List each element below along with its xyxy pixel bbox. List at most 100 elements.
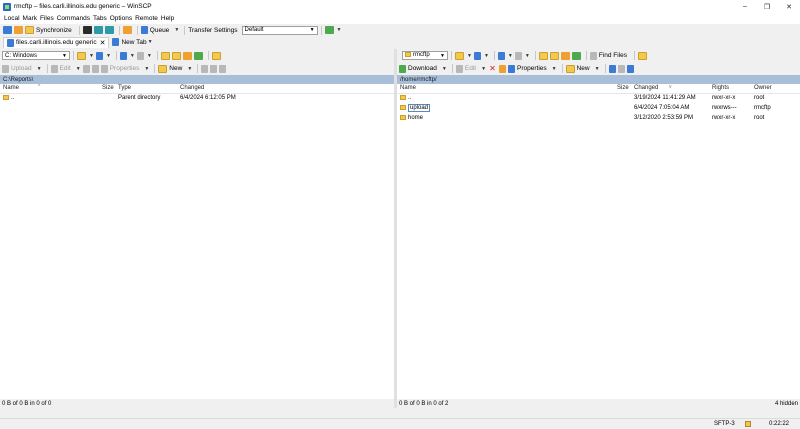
parent-directory-icon[interactable] bbox=[160, 51, 170, 60]
chevron-down-icon[interactable]: ▼ bbox=[467, 53, 472, 59]
menu-tabs[interactable]: Tabs bbox=[93, 15, 107, 22]
unselect-icon[interactable] bbox=[210, 64, 218, 73]
filter-icon[interactable] bbox=[95, 51, 103, 60]
compare-directories-icon[interactable] bbox=[14, 26, 23, 34]
column-owner[interactable]: Owner bbox=[754, 85, 772, 91]
home-icon[interactable] bbox=[182, 51, 192, 60]
list-item[interactable]: .. 3/19/2024 11:41:29 AM rwxr-xr-x root bbox=[397, 94, 800, 104]
lock-icon[interactable] bbox=[745, 421, 751, 427]
transfer-settings-label[interactable]: Transfer Settings bbox=[188, 27, 237, 34]
menu-commands[interactable]: Commands bbox=[57, 15, 90, 22]
unselect-icon[interactable] bbox=[617, 64, 625, 73]
chevron-down-icon[interactable]: ▼ bbox=[144, 66, 149, 72]
transfer-preset-select[interactable]: Default ▼ bbox=[241, 25, 318, 35]
column-type[interactable]: Type bbox=[118, 85, 131, 91]
delete-icon[interactable] bbox=[82, 64, 90, 73]
chevron-down-icon[interactable]: ▼ bbox=[148, 39, 153, 45]
chevron-down-icon[interactable]: ▼ bbox=[525, 53, 530, 59]
chevron-down-icon[interactable]: ▼ bbox=[147, 53, 152, 59]
menu-remote[interactable]: Remote bbox=[135, 15, 158, 22]
minimize-button[interactable]: – bbox=[734, 0, 756, 13]
close-tab-icon[interactable]: ✕ bbox=[100, 39, 106, 47]
invert-selection-icon[interactable] bbox=[219, 64, 227, 73]
chevron-down-icon[interactable]: ▼ bbox=[595, 66, 600, 72]
properties-button[interactable]: Properties bbox=[517, 65, 547, 72]
rename-icon[interactable] bbox=[91, 64, 99, 73]
back-arrow-icon[interactable] bbox=[119, 51, 127, 60]
edit-button[interactable]: Edit bbox=[465, 65, 476, 72]
transfer-options-icon[interactable] bbox=[324, 26, 334, 34]
chevron-down-icon[interactable]: ▼ bbox=[552, 66, 557, 72]
queue-button[interactable]: Queue bbox=[150, 27, 170, 34]
menu-help[interactable]: Help bbox=[161, 15, 174, 22]
column-changed[interactable]: Changed bbox=[180, 85, 204, 91]
list-item[interactable]: .. Parent directory 6/4/2024 6:12:05 PM bbox=[0, 94, 394, 104]
column-name[interactable]: Name bbox=[3, 85, 19, 91]
upload-button[interactable]: Upload bbox=[11, 65, 32, 72]
column-rights[interactable]: Rights bbox=[712, 85, 729, 91]
remote-location-select[interactable]: rmcftp ▼ bbox=[402, 51, 448, 60]
local-drive-select[interactable]: C: Windows ▼ bbox=[2, 51, 70, 60]
column-size[interactable]: Size bbox=[617, 85, 629, 91]
tab-new[interactable]: New Tab ▼ bbox=[109, 37, 157, 48]
putty-icon[interactable] bbox=[93, 26, 103, 34]
new-session-icon[interactable] bbox=[3, 26, 12, 34]
chevron-down-icon[interactable]: ▼ bbox=[89, 53, 94, 59]
select-all-icon[interactable] bbox=[201, 64, 209, 73]
bookmark-icon[interactable] bbox=[638, 51, 647, 60]
rename-input[interactable]: upload bbox=[408, 104, 431, 113]
filter-icon[interactable] bbox=[473, 51, 481, 60]
menu-local[interactable]: Local bbox=[4, 15, 20, 22]
chevron-down-icon[interactable]: ▼ bbox=[508, 53, 513, 59]
chevron-down-icon[interactable]: ▼ bbox=[130, 53, 135, 59]
filter-files-icon[interactable] bbox=[626, 64, 634, 73]
back-arrow-icon[interactable] bbox=[497, 51, 505, 60]
root-directory-icon[interactable] bbox=[549, 51, 559, 60]
bookmark-icon[interactable] bbox=[211, 51, 221, 60]
parent-directory-icon[interactable] bbox=[538, 51, 548, 60]
chevron-down-icon[interactable]: ▼ bbox=[37, 66, 42, 72]
chevron-down-icon[interactable]: ▼ bbox=[106, 53, 111, 59]
open-folder-icon[interactable] bbox=[77, 51, 86, 60]
root-directory-icon[interactable] bbox=[171, 51, 181, 60]
download-button[interactable]: Download bbox=[408, 65, 437, 72]
home-icon[interactable] bbox=[560, 51, 570, 60]
synchronize-button[interactable]: Synchronize bbox=[36, 27, 72, 34]
properties-button[interactable]: Properties bbox=[110, 65, 140, 72]
chevron-down-icon[interactable]: ▼ bbox=[442, 66, 447, 72]
close-button[interactable]: ✕ bbox=[778, 0, 800, 13]
edit-button[interactable]: Edit bbox=[60, 65, 71, 72]
preferences-icon[interactable] bbox=[104, 26, 114, 34]
forward-arrow-icon[interactable] bbox=[136, 51, 144, 60]
column-changed[interactable]: Changed bbox=[634, 85, 658, 91]
refresh-icon[interactable] bbox=[571, 51, 581, 60]
refresh-icon[interactable] bbox=[193, 51, 203, 60]
hidden-files-count[interactable]: 4 hidden bbox=[775, 401, 798, 407]
list-item[interactable]: upload 6/4/2024 7:05:04 AM rwxrws--- rmc… bbox=[397, 104, 800, 114]
rename-icon[interactable] bbox=[499, 64, 507, 73]
open-folder-icon[interactable] bbox=[455, 51, 464, 60]
column-name[interactable]: Name bbox=[400, 85, 416, 91]
menu-options[interactable]: Options bbox=[110, 15, 132, 22]
find-files-button[interactable]: Find Files bbox=[599, 52, 627, 59]
new-button[interactable]: New bbox=[577, 65, 590, 72]
chevron-down-icon[interactable]: ▼ bbox=[484, 53, 489, 59]
chevron-down-icon[interactable]: ▼ bbox=[187, 66, 192, 72]
chevron-down-icon[interactable]: ▼ bbox=[76, 66, 81, 72]
column-size[interactable]: Size bbox=[102, 85, 114, 91]
forward-arrow-icon[interactable] bbox=[514, 51, 522, 60]
chevron-down-icon[interactable]: ▼ bbox=[481, 66, 486, 72]
terminal-icon[interactable] bbox=[82, 26, 92, 34]
menu-files[interactable]: Files bbox=[40, 15, 54, 22]
tab-session[interactable]: files.carli.illinois.edu generic ✕ bbox=[3, 36, 110, 48]
list-item[interactable]: home 3/12/2020 2:53:59 PM rwxr-xr-x root bbox=[397, 114, 800, 124]
menu-mark[interactable]: Mark bbox=[23, 15, 37, 22]
new-button[interactable]: New bbox=[169, 65, 182, 72]
maximize-button[interactable]: ❐ bbox=[756, 0, 778, 13]
chevron-down-icon[interactable]: ▼ bbox=[337, 27, 342, 33]
gear-icon[interactable] bbox=[122, 26, 132, 34]
remote-toolbar-row1: rmcftp ▼ ▼ ▼ ▼ ▼ Find Files bbox=[397, 49, 800, 62]
select-all-icon[interactable] bbox=[608, 64, 616, 73]
chevron-down-icon[interactable]: ▼ bbox=[174, 27, 179, 33]
delete-icon[interactable]: ✕ bbox=[488, 64, 497, 73]
